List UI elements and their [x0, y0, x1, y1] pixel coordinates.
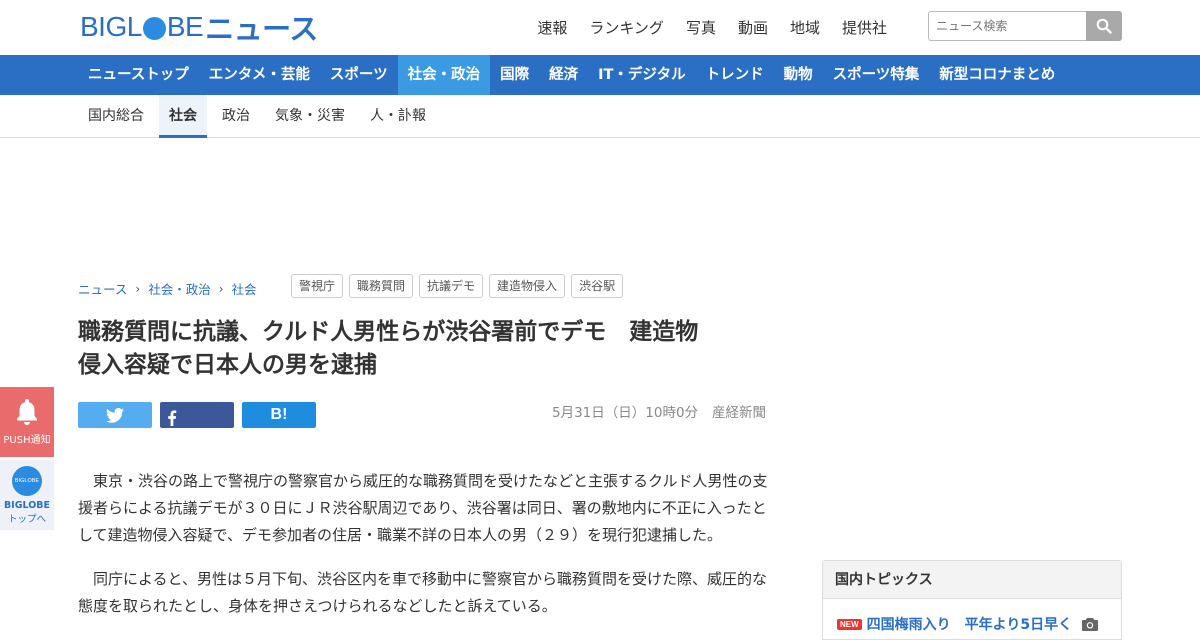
chevron-right-icon: › — [218, 281, 224, 296]
search-button[interactable] — [1086, 11, 1122, 41]
top-link-photos[interactable]: 写真 — [686, 17, 716, 38]
top-link-providers[interactable]: 提供社 — [842, 17, 887, 38]
hatena-bookmark-button[interactable]: B! — [242, 402, 316, 428]
twitter-share-button[interactable] — [78, 402, 152, 428]
article-date: 5月31日（日）10時0分 — [552, 405, 699, 421]
nav-item-trend[interactable]: トレンド — [696, 55, 774, 95]
breadcrumb: ニュース › 社会・政治 › 社会 — [78, 279, 257, 298]
topic-item[interactable]: NEW 四国梅雨入り 平年より5日早く — [837, 614, 1099, 634]
article-tags: 警視庁 職務質問 抗議デモ 建造物侵入 渋谷駅 — [291, 274, 624, 298]
search-icon — [1096, 18, 1112, 34]
top-link-breaking[interactable]: 速報 — [537, 17, 567, 38]
logo-text-prefix: BIGL — [80, 11, 142, 42]
new-badge: NEW — [837, 618, 862, 630]
tag-item[interactable]: 職務質問 — [349, 274, 414, 298]
subnav-item-politics[interactable]: 政治 — [212, 95, 260, 138]
subnav-item-domestic[interactable]: 国内総合 — [78, 95, 154, 138]
logo-news-text: ニュース — [205, 12, 318, 46]
nav-item-entertainment[interactable]: エンタメ・芸能 — [199, 55, 320, 95]
twitter-bird-icon — [106, 407, 124, 423]
nav-item-it-digital[interactable]: IT・デジタル — [588, 55, 696, 95]
nav-item-international[interactable]: 国際 — [490, 55, 539, 95]
facebook-share-button[interactable] — [160, 402, 234, 428]
logo-ball-icon — [142, 16, 166, 40]
top-link-videos[interactable]: 動画 — [738, 17, 768, 38]
subnav-item-people-obituaries[interactable]: 人・訃報 — [360, 95, 436, 138]
nav-item-sports-feature[interactable]: スポーツ特集 — [823, 55, 930, 95]
article-title-line1: 職務質問に抗議、クルド人男性らが渋谷署前でデモ 建造物 — [78, 319, 699, 345]
biglobe-news-logo[interactable]: BIGL BE ニュース — [80, 9, 318, 46]
search-input[interactable] — [928, 11, 1086, 41]
article-title: 職務質問に抗議、クルド人男性らが渋谷署前でデモ 建造物 侵入容疑で日本人の男を逮… — [78, 316, 778, 382]
subnav-item-weather-disaster[interactable]: 気象・災害 — [265, 95, 355, 138]
bell-icon — [17, 398, 37, 425]
biglobe-top-button[interactable]: BIGLOBE BIGLOBE トップへ — [0, 460, 54, 530]
tag-item[interactable]: 警視庁 — [291, 274, 344, 298]
article-source[interactable]: 産経新聞 — [712, 405, 766, 421]
camera-icon — [1082, 617, 1099, 631]
article-title-line2: 侵入容疑で日本人の男を逮捕 — [78, 352, 377, 378]
article-dateline: 5月31日（日）10時0分 産経新聞 — [552, 401, 766, 421]
top-link-regions[interactable]: 地域 — [790, 17, 820, 38]
breadcrumb-society[interactable]: 社会 — [232, 279, 257, 298]
push-notification-button[interactable]: PUSH通知 — [0, 387, 54, 457]
search-box — [928, 11, 1122, 41]
site-header: BIGL BE ニュース 速報 ランキング 写真 動画 地域 提供社 — [0, 0, 1200, 55]
share-buttons: B! — [78, 402, 316, 428]
domestic-topics-box: 国内トピックス NEW 四国梅雨入り 平年より5日早く — [822, 560, 1122, 640]
breadcrumb-society-politics[interactable]: 社会・政治 — [148, 279, 211, 298]
biglobe-top-label-1: BIGLOBE — [3, 499, 51, 511]
nav-item-animals[interactable]: 動物 — [774, 55, 823, 95]
facebook-f-icon — [168, 410, 177, 426]
top-links: 速報 ランキング 写真 動画 地域 提供社 — [537, 17, 887, 38]
domestic-topics-header: 国内トピックス — [823, 561, 1121, 599]
topic-item-title[interactable]: 四国梅雨入り 平年より5日早く — [867, 614, 1072, 634]
nav-item-news-top[interactable]: ニューストップ — [78, 55, 199, 95]
article-paragraph: 東京・渋谷の路上で警視庁の警察官から威圧的な職務質問を受けたなどと主張するクルド… — [78, 472, 768, 544]
chevron-right-icon: › — [135, 281, 141, 296]
subnav-item-society[interactable]: 社会 — [159, 95, 207, 138]
top-link-ranking[interactable]: ランキング — [589, 17, 664, 38]
push-notification-label: PUSH通知 — [3, 434, 51, 446]
biglobe-top-label-2: トップへ — [7, 513, 46, 525]
tag-item[interactable]: 抗議デモ — [419, 274, 484, 298]
tag-item[interactable]: 渋谷駅 — [571, 274, 624, 298]
nav-item-economy[interactable]: 経済 — [539, 55, 588, 95]
article-paragraph: 同庁によると、男性は５月下旬、渋谷区内を車で移動中に警察官から職務質問を受けた際… — [78, 570, 767, 615]
main-nav: ニューストップ エンタメ・芸能 スポーツ 社会・政治 国際 経済 IT・デジタル… — [0, 55, 1200, 95]
sub-nav: 国内総合 社会 政治 気象・災害 人・訃報 — [0, 95, 1200, 138]
logo-text-suffix: BE — [166, 11, 204, 42]
nav-item-covid[interactable]: 新型コロナまとめ — [929, 55, 1065, 95]
nav-item-sports[interactable]: スポーツ — [320, 55, 398, 95]
breadcrumb-news[interactable]: ニュース — [78, 279, 127, 298]
nav-item-society-politics[interactable]: 社会・政治 — [397, 55, 491, 95]
biglobe-logo-icon: BIGLOBE — [12, 465, 42, 496]
tag-item[interactable]: 建造物侵入 — [489, 274, 566, 298]
article-body: 東京・渋谷の路上で警視庁の警察官から威圧的な職務質問を受けたなどと主張するクルド… — [78, 468, 778, 637]
